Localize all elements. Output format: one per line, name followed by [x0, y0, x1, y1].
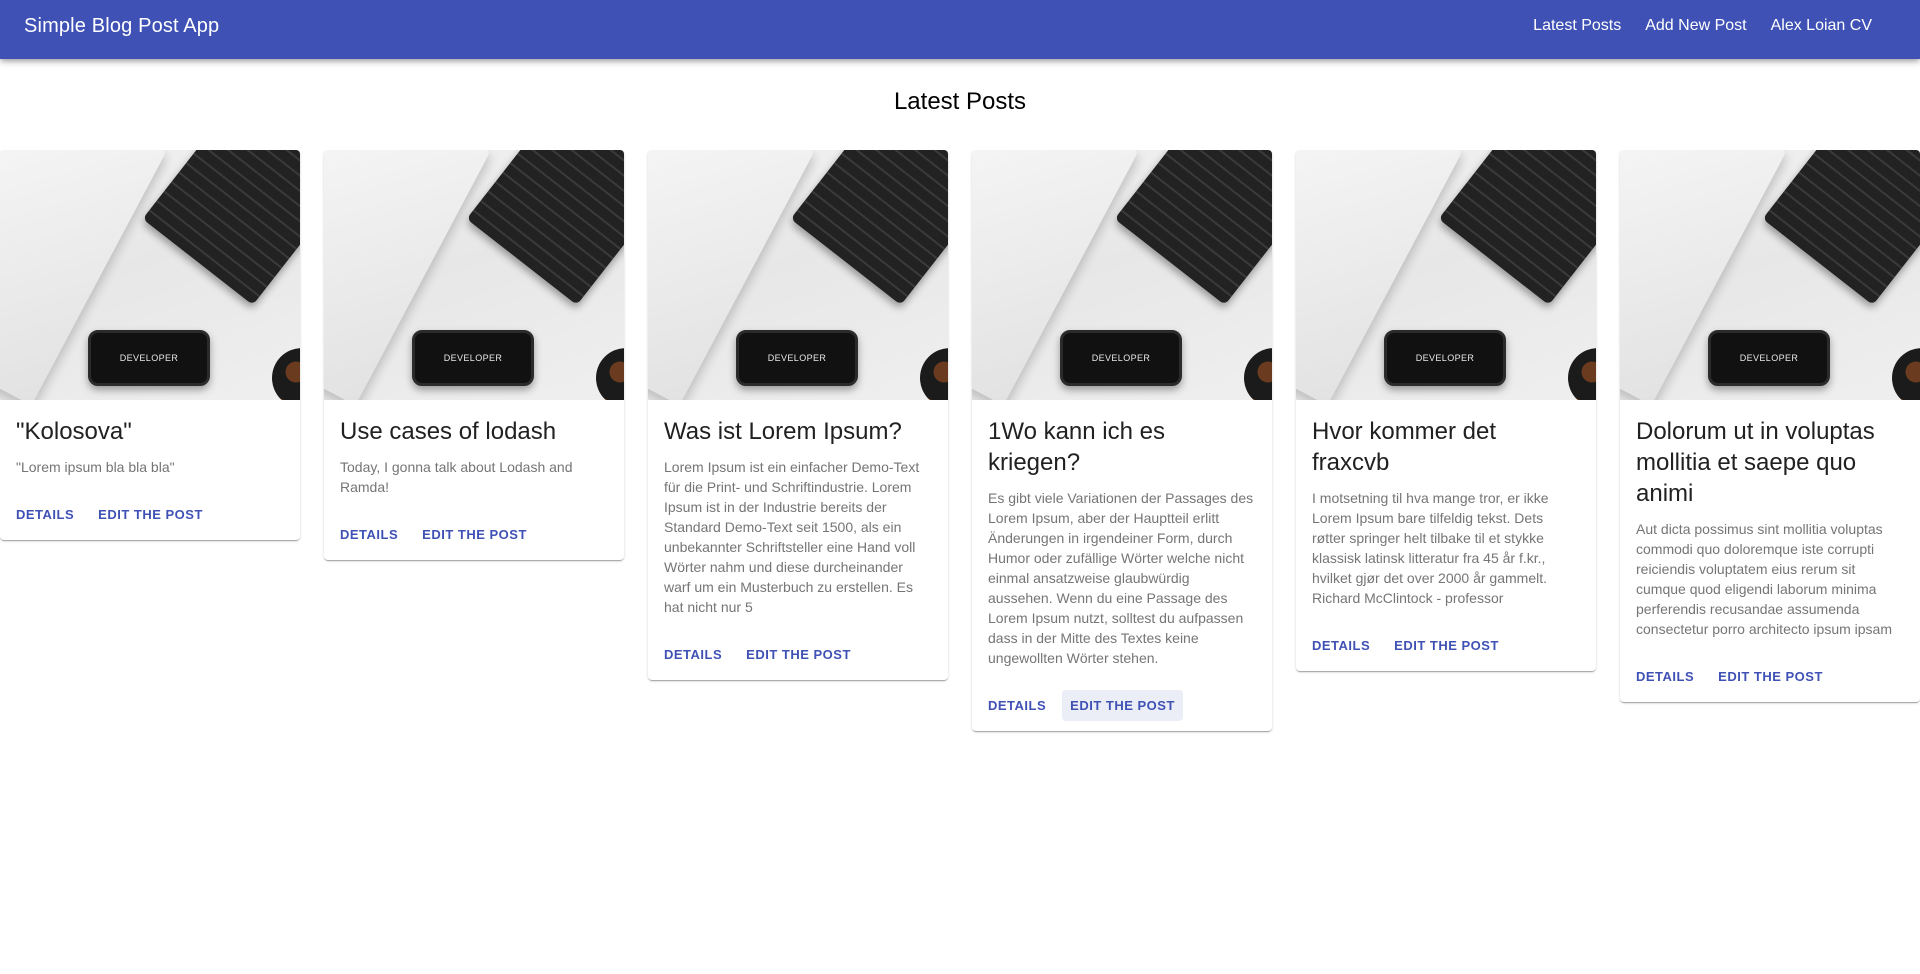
app-bar: Simple Blog Post App Latest Posts Add Ne… [0, 0, 1920, 59]
mug-graphic [272, 348, 300, 400]
post-title: 1Wo kann ich es kriegen? [988, 418, 1165, 476]
post-content: Dolorum ut in voluptas mollitia et saepe… [1620, 400, 1920, 647]
post-content: Was ist Lorem Ipsum? Lorem Ipsum ist ein… [648, 400, 948, 625]
post-body: "Lorem ipsum bla bla bla" [16, 459, 175, 475]
edit-post-button[interactable]: Edit the post [90, 499, 211, 530]
post-title: Dolorum ut in voluptas mollitia et saepe… [1636, 418, 1875, 507]
phone-label: DEVELOPER [1739, 353, 1799, 363]
details-button[interactable]: Details [656, 639, 730, 670]
post-image: DEVELOPER [1620, 150, 1920, 400]
nav-cv[interactable]: Alex Loian CV [1771, 17, 1872, 35]
post-content: Use cases of lodash Today, I gonna talk … [324, 400, 624, 505]
nav-add-new-post[interactable]: Add New Post [1645, 17, 1746, 35]
top-nav: Latest Posts Add New Post Alex Loian CV [1533, 17, 1872, 35]
post-image: DEVELOPER [324, 150, 624, 400]
post-card: DEVELOPER "Kolosova" "Lorem ipsum bla bl… [0, 150, 300, 540]
phone-graphic: DEVELOPER [1060, 330, 1182, 386]
post-body: Lorem Ipsum ist ein einfacher Demo-Text … [664, 459, 920, 615]
post-actions: Details Edit the post [324, 505, 624, 560]
post-actions: Details Edit the post [972, 676, 1272, 731]
post-body: I motsetning til hva mange tror, er ikke… [1312, 490, 1549, 606]
post-image: DEVELOPER [972, 150, 1272, 400]
post-body: Aut dicta possimus sint mollitia volupta… [1636, 521, 1892, 637]
post-actions: Details Edit the post [1296, 616, 1596, 671]
post-content: 1Wo kann ich es kriegen? Es gibt viele V… [972, 400, 1272, 676]
page-title: Latest Posts [893, 88, 1027, 115]
post-content: Hvor kommer det fraxcvb I motsetning til… [1296, 400, 1596, 616]
post-actions: Details Edit the post [648, 625, 948, 680]
post-image: DEVELOPER [1296, 150, 1596, 400]
keyboard-graphic [1762, 150, 1920, 306]
details-button[interactable]: Details [332, 519, 406, 550]
mug-graphic [596, 348, 624, 400]
post-image: DEVELOPER [648, 150, 948, 400]
edit-post-button[interactable]: Edit the post [1062, 690, 1183, 721]
app-title[interactable]: Simple Blog Post App [24, 15, 219, 38]
edit-post-button[interactable]: Edit the post [1710, 661, 1831, 692]
phone-graphic: DEVELOPER [88, 330, 210, 386]
nav-latest-posts[interactable]: Latest Posts [1533, 17, 1621, 35]
keyboard-graphic [1114, 150, 1272, 306]
post-card: DEVELOPER Hvor kommer det fraxcvb I mots… [1296, 150, 1596, 671]
mug-graphic [1244, 348, 1272, 400]
edit-post-button[interactable]: Edit the post [738, 639, 859, 670]
phone-graphic: DEVELOPER [736, 330, 858, 386]
posts-grid: DEVELOPER "Kolosova" "Lorem ipsum bla bl… [0, 150, 1920, 974]
post-card: DEVELOPER Use cases of lodash Today, I g… [324, 150, 624, 560]
phone-label: DEVELOPER [119, 353, 179, 363]
post-body: Es gibt viele Variationen der Passages d… [988, 490, 1254, 666]
post-title: Was ist Lorem Ipsum? [664, 418, 902, 445]
phone-graphic: DEVELOPER [1384, 330, 1506, 386]
phone-label: DEVELOPER [443, 353, 503, 363]
post-card: DEVELOPER Dolorum ut in voluptas molliti… [1620, 150, 1920, 702]
phone-label: DEVELOPER [1415, 353, 1475, 363]
post-card: DEVELOPER 1Wo kann ich es kriegen? Es gi… [972, 150, 1272, 731]
post-actions: Details Edit the post [0, 485, 300, 540]
keyboard-graphic [1438, 150, 1596, 306]
details-button[interactable]: Details [8, 499, 82, 530]
keyboard-graphic [142, 150, 300, 306]
post-title: "Kolosova" [16, 418, 132, 445]
mug-graphic [1568, 348, 1596, 400]
edit-post-button[interactable]: Edit the post [414, 519, 535, 550]
mug-graphic [1892, 348, 1920, 400]
post-actions: Details Edit the post [1620, 647, 1920, 702]
details-button[interactable]: Details [1304, 630, 1378, 661]
post-content: "Kolosova" "Lorem ipsum bla bla bla" [0, 400, 300, 485]
keyboard-graphic [466, 150, 624, 306]
mug-graphic [920, 348, 948, 400]
phone-label: DEVELOPER [1091, 353, 1151, 363]
post-title: Hvor kommer det fraxcvb [1312, 418, 1497, 476]
phone-label: DEVELOPER [767, 353, 827, 363]
keyboard-graphic [790, 150, 948, 306]
phone-graphic: DEVELOPER [412, 330, 534, 386]
phone-graphic: DEVELOPER [1708, 330, 1830, 386]
edit-post-button[interactable]: Edit the post [1386, 630, 1507, 661]
post-body: Today, I gonna talk about Lodash and Ram… [340, 459, 573, 495]
post-image: DEVELOPER [0, 150, 300, 400]
post-title: Use cases of lodash [340, 418, 557, 445]
details-button[interactable]: Details [980, 690, 1054, 721]
details-button[interactable]: Details [1628, 661, 1702, 692]
post-card: DEVELOPER Was ist Lorem Ipsum? Lorem Ips… [648, 150, 948, 680]
